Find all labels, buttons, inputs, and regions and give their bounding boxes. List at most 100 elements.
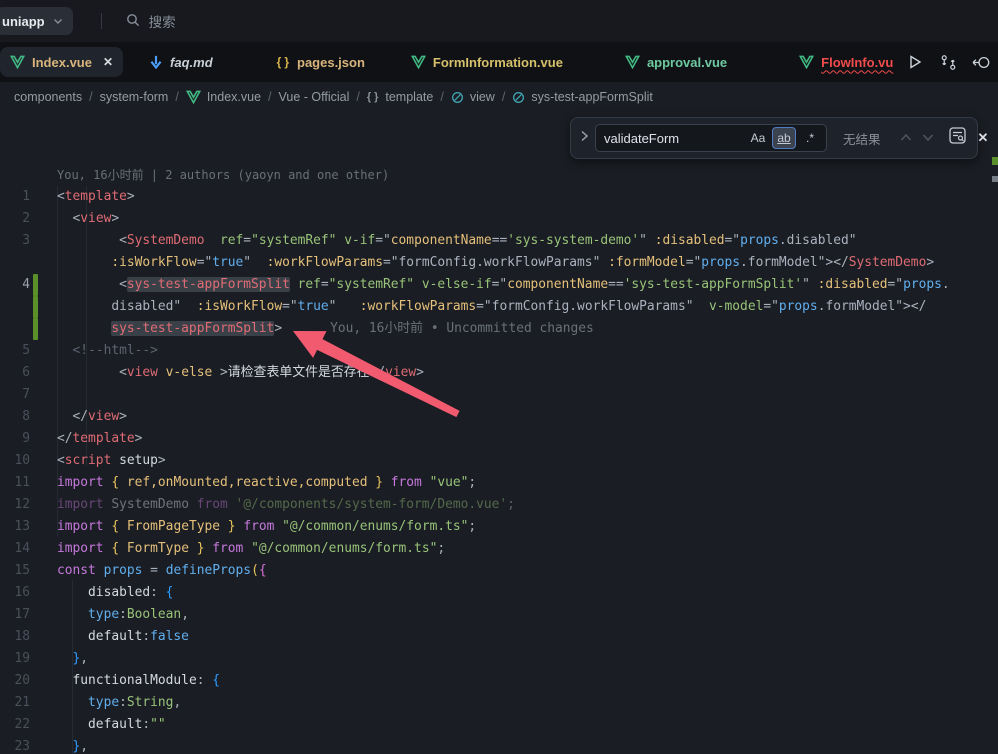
md-down-icon	[149, 55, 163, 70]
line-number: 17	[0, 604, 30, 626]
gutter-spacer	[33, 164, 38, 186]
find-close-icon[interactable]: ✕	[978, 130, 989, 146]
code-line: 5 <!--html-->	[0, 340, 998, 362]
gutter-spacer	[33, 494, 38, 516]
tab-label: faq.md	[170, 55, 213, 70]
breadcrumb-item-system-form[interactable]: system-form	[100, 90, 169, 104]
line-number: 21	[0, 692, 30, 714]
find-previous-icon[interactable]	[900, 129, 912, 147]
toggle-replace-icon[interactable]	[580, 129, 589, 147]
breadcrumb-item-vue-official[interactable]: Vue - Official	[279, 90, 350, 104]
code-line: 4 <sys-test-appFormSplit ref="systemRef"…	[0, 274, 998, 296]
vscode-window: uniapp 搜索 Index.vue✕faq.md{ }pages.jsonF…	[0, 0, 998, 754]
chevron-down-icon	[53, 14, 63, 29]
git-request-icon[interactable]	[936, 50, 960, 74]
breadcrumb-item-components[interactable]: components	[14, 90, 82, 104]
breadcrumb-label: view	[470, 90, 495, 104]
line-number: 20	[0, 670, 30, 692]
code-line: 11import { ref,onMounted,reactive,comput…	[0, 472, 998, 494]
tab-label: pages.json	[297, 55, 365, 70]
breadcrumb-label: system-form	[100, 90, 169, 104]
line-number: 11	[0, 472, 30, 494]
line-number: 3	[0, 230, 30, 252]
code-text: import { FormType } from "@/common/enums…	[57, 538, 445, 560]
tab-faq-md[interactable]: faq.md	[139, 47, 223, 77]
line-number: 4	[0, 274, 30, 296]
tab-close-icon[interactable]: ✕	[103, 55, 113, 69]
braces-icon: { }	[277, 55, 290, 69]
editor-pane[interactable]: You, 16小时前 | 2 authors (yaoyn and one ot…	[0, 110, 998, 754]
code-text: <script setup>	[57, 450, 166, 472]
code-text: type:Boolean,	[57, 604, 189, 626]
code-text: </template>	[57, 428, 142, 450]
find-next-icon[interactable]	[922, 129, 934, 147]
breadcrumb-item-sys-test-appformsplit[interactable]: sys-test-appFormSplit	[512, 90, 653, 104]
line-number	[0, 252, 30, 274]
code-text: type:String,	[57, 692, 181, 714]
tab-approval-vue[interactable]: approval.vue	[615, 47, 737, 77]
gutter-spacer	[33, 516, 38, 538]
gutter-spacer	[33, 714, 38, 736]
breadcrumb-separator: /	[175, 90, 178, 104]
blame-header-row: You, 16小时前 | 2 authors (yaoyn and one ot…	[0, 164, 998, 186]
code-line: 23 },	[0, 736, 998, 754]
code-line: 13import { FromPageType } from "@/common…	[0, 516, 998, 538]
line-number: 12	[0, 494, 30, 516]
breadcrumb-label: Index.vue	[207, 90, 261, 104]
line-number: 10	[0, 450, 30, 472]
gutter-spacer	[33, 450, 38, 472]
gutter-spacer	[33, 362, 38, 384]
code-text: disabled" :isWorkFlow="true" :workFlowPa…	[57, 296, 926, 318]
gutter-spacer	[33, 560, 38, 582]
gutter-spacer	[33, 406, 38, 428]
breadcrumb-item-template[interactable]: { }template	[367, 90, 433, 104]
gutter-spacer	[33, 736, 38, 754]
tab-flowinfo-vu[interactable]: FlowInfo.vu	[789, 47, 903, 77]
code-line: 20 functionalModule: {	[0, 670, 998, 692]
tab-pages-json[interactable]: { } pages.json	[267, 47, 375, 77]
find-in-selection-icon[interactable]	[949, 127, 966, 149]
editor-actions: ⋯	[903, 50, 998, 74]
line-number: 19	[0, 648, 30, 670]
whole-word-button[interactable]: ab	[772, 127, 796, 149]
match-case-button[interactable]: Aa	[746, 127, 770, 149]
gutter-spacer	[33, 626, 38, 648]
gutter-spacer	[33, 208, 38, 230]
line-number: 8	[0, 406, 30, 428]
gutter-spacer	[33, 340, 38, 362]
run-icon[interactable]	[903, 50, 927, 74]
line-number: 5	[0, 340, 30, 362]
gutter-spacer	[33, 538, 38, 560]
regex-button[interactable]: .*	[798, 127, 822, 149]
code-text: <view v-else >请检查表单文件是否存在</view>	[57, 362, 424, 384]
code-line: 19 },	[0, 648, 998, 670]
symbol-icon	[512, 91, 525, 104]
nav-back-icon[interactable]	[969, 50, 993, 74]
gutter-spacer	[33, 472, 38, 494]
breadcrumb-item-view[interactable]: view	[451, 90, 495, 104]
line-number: 6	[0, 362, 30, 384]
line-number: 7	[0, 384, 30, 406]
tabs-container: Index.vue✕ faq.md { } pages.json FormInforma…	[0, 47, 903, 77]
gutter-spacer	[33, 670, 38, 692]
code-line: 2 <view>	[0, 208, 998, 230]
breadcrumb-item-index-vue[interactable]: Index.vue	[186, 90, 261, 104]
global-search[interactable]: 搜索	[126, 11, 176, 31]
breadcrumb-label: components	[14, 90, 82, 104]
code-line: 1<template>	[0, 186, 998, 208]
line-number: 13	[0, 516, 30, 538]
gutter-spacer	[33, 604, 38, 626]
blame-annotation[interactable]: You, 16小时前 | 2 authors (yaoyn and one ot…	[57, 164, 389, 186]
tab-label: FormInformation.vue	[433, 55, 563, 70]
tab-forminformation-vue[interactable]: FormInformation.vue	[401, 47, 573, 77]
project-switcher[interactable]: uniapp	[0, 7, 73, 35]
code-line: 21 type:String,	[0, 692, 998, 714]
line-number: 14	[0, 538, 30, 560]
search-icon	[126, 13, 140, 30]
line-number: 22	[0, 714, 30, 736]
code-line: 8 </view>	[0, 406, 998, 428]
tab-index-vue[interactable]: Index.vue✕	[0, 47, 123, 77]
find-input[interactable]	[604, 131, 744, 146]
code-text: default:""	[57, 714, 166, 736]
gutter-spacer	[33, 384, 38, 406]
